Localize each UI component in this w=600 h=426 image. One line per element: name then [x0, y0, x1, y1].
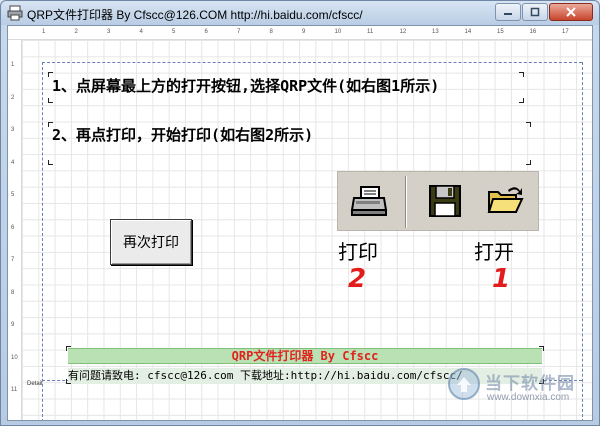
- ruler-tick-label: 5: [172, 29, 176, 35]
- printer-app-icon: [7, 5, 23, 21]
- maximize-icon: [530, 7, 540, 17]
- watermark-url: www.downxia.com: [487, 392, 570, 403]
- ruler-tick-label: 2: [74, 29, 78, 35]
- ruler-tick-label: 7: [237, 29, 241, 35]
- footer-title: QRP文件打印器 By Cfscc: [231, 349, 379, 363]
- left-margin-line: [42, 62, 43, 420]
- ruler-tick-label: 13: [432, 29, 439, 35]
- vertical-ruler: 1 2 3 4 5 6 7 8 9 10 11: [8, 40, 22, 420]
- watermark-logo-icon: [448, 368, 480, 400]
- title-bar[interactable]: QRP文件打印器 By Cfscc@126.COM http://hi.baid…: [1, 1, 599, 25]
- footer-contact-info: 有问题请致电: cfscc@126.com 下载地址:http://hi.bai…: [68, 369, 463, 382]
- toolbar-illustration: [337, 171, 539, 231]
- horizontal-ruler: 1 2 3 4 5 6 7 8 9 10 11 12 13 14 15 16 17: [8, 26, 592, 40]
- detail-band-label: Detail: [27, 381, 43, 387]
- ruler-tick-label: 9: [11, 322, 15, 328]
- ruler-tick-label: 17: [562, 29, 569, 35]
- ruler-tick-label: 8: [11, 289, 15, 296]
- printer-icon: [350, 186, 388, 216]
- ruler-tick-label: 3: [11, 127, 15, 133]
- instruction-step-1: 1、点屏幕最上方的打开按钮,选择QRP文件(如右图1所示): [52, 77, 440, 95]
- ruler-tick-label: 8: [269, 29, 273, 35]
- window-title: QRP文件打印器 By Cfscc@126.COM http://hi.baid…: [27, 8, 363, 22]
- save-disk-icon: [429, 185, 461, 217]
- open-step-number: 1: [492, 264, 511, 294]
- minimize-icon: [504, 13, 512, 15]
- maximize-button[interactable]: [522, 3, 548, 21]
- print-again-button[interactable]: 再次打印: [110, 219, 192, 265]
- close-icon: [566, 7, 576, 17]
- close-button[interactable]: [549, 3, 593, 21]
- open-folder-icon: [487, 187, 524, 213]
- print-label: 打印: [338, 240, 378, 264]
- ruler-tick-label: 7: [11, 257, 15, 263]
- selection-corner: [526, 160, 531, 165]
- ruler-tick-label: 15: [497, 29, 504, 35]
- open-label: 打开: [474, 240, 514, 264]
- minimize-button[interactable]: [495, 3, 521, 21]
- instruction-step-2: 2、再点打印，开始打印(如右图2所示): [52, 126, 314, 144]
- selection-corner: [526, 122, 531, 127]
- ruler-tick-label: 6: [11, 224, 15, 231]
- ruler-tick-label: 5: [11, 192, 15, 198]
- print-step-number: 2: [348, 264, 367, 294]
- selection-corner: [48, 98, 53, 103]
- ruler-tick-label: 11: [11, 387, 18, 393]
- ruler-tick-label: 16: [529, 29, 537, 35]
- selection-corner: [519, 98, 524, 103]
- ruler-tick-label: 3: [107, 29, 111, 35]
- selection-corner: [48, 160, 53, 165]
- report-designer-area: 1 2 3 4 5 6 7 8 9 10 11 12 13 14 15 16 17 1 2 3 4 5 6 7 8 9 10 11 …: [7, 25, 593, 421]
- selection-corner: [519, 72, 524, 77]
- ruler-tick-label: 10: [11, 354, 18, 361]
- app-window: QRP文件打印器 By Cfscc@126.COM http://hi.baid…: [0, 0, 600, 426]
- ruler-tick-label: 1: [11, 62, 15, 68]
- ruler-tick-label: 4: [139, 29, 143, 35]
- ruler-tick-label: 2: [11, 94, 15, 101]
- ruler-tick-label: 10: [334, 29, 342, 35]
- ruler-tick-label: 12: [399, 29, 407, 35]
- window-controls: [495, 3, 593, 21]
- watermark-name: 当下软件园: [485, 374, 575, 394]
- toolbar-separator: [405, 176, 407, 228]
- ruler-tick-label: 4: [11, 159, 15, 166]
- ruler-tick-label: 6: [204, 29, 208, 35]
- ruler-tick-label: 11: [367, 29, 374, 35]
- ruler-tick-label: 9: [302, 29, 306, 35]
- site-watermark: 当下软件园 www.downxia.com: [447, 365, 597, 423]
- top-margin-line: [42, 62, 582, 63]
- ruler-tick-label: 1: [42, 29, 46, 35]
- ruler-tick-label: 14: [464, 29, 472, 35]
